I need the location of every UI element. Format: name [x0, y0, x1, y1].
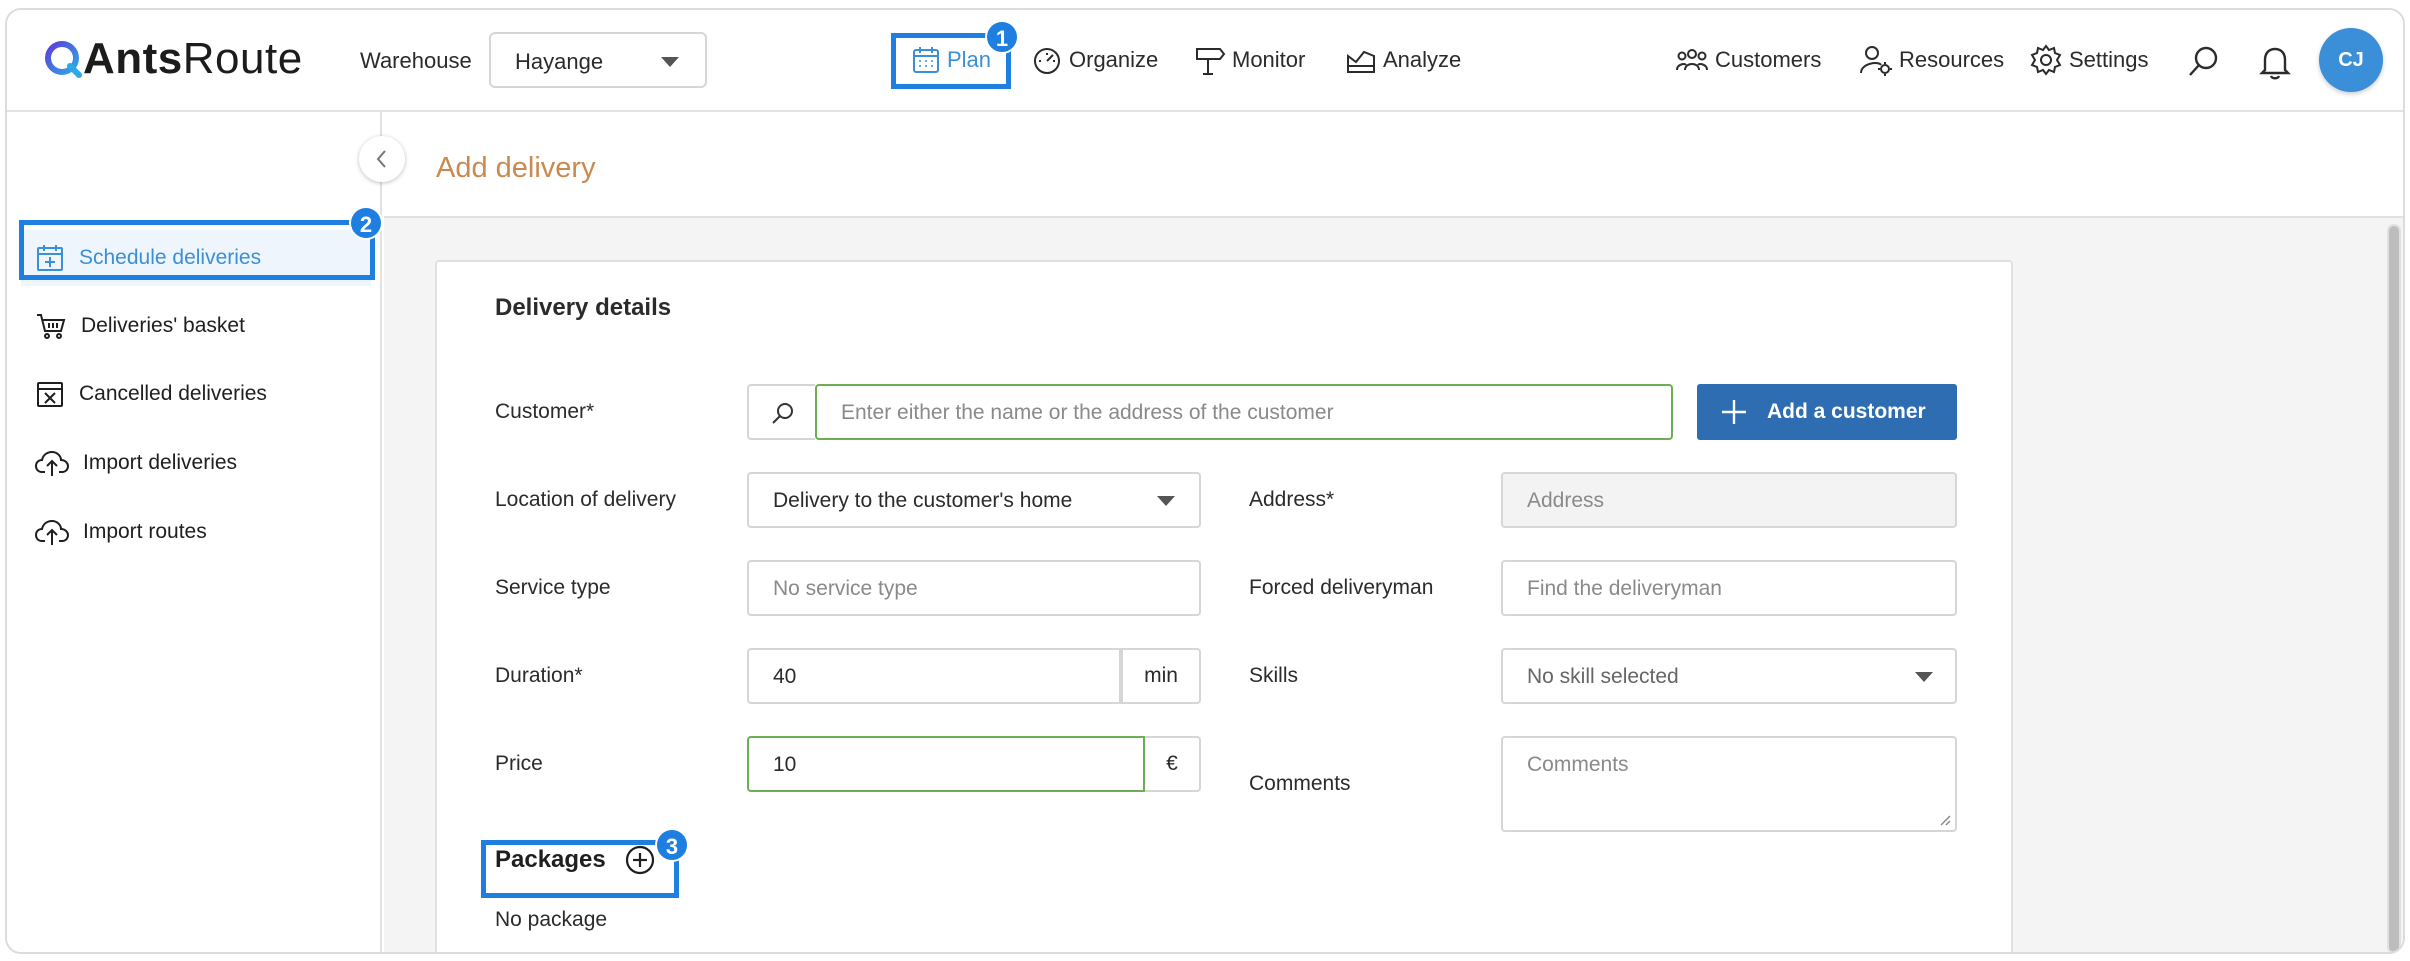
annotation-badge: 2 — [349, 206, 383, 240]
people-icon — [1676, 49, 1708, 71]
address-field: Address — [1501, 472, 1957, 528]
packages-empty-text: No package — [495, 908, 608, 931]
chevron-down-icon — [1157, 496, 1175, 506]
address-placeholder: Address — [1527, 489, 1605, 512]
duration-input[interactable]: 40 — [747, 648, 1121, 704]
chevron-left-icon — [376, 150, 386, 168]
calendar-x-icon — [37, 382, 63, 407]
sidebar-item-label: Import deliveries — [83, 451, 238, 474]
customer-label: Customer* — [495, 400, 595, 423]
service-type-placeholder: No service type — [773, 577, 918, 600]
price-input[interactable]: 10 — [747, 736, 1145, 792]
logo-icon — [45, 41, 82, 78]
nav-organize[interactable]: Organize — [1031, 40, 1158, 80]
warehouse-select[interactable]: Hayange — [489, 32, 707, 88]
highlight-schedule-deliveries — [19, 220, 375, 280]
annotation-badge: 3 — [655, 828, 689, 862]
duration-value: 40 — [773, 665, 797, 688]
chevron-down-icon — [1915, 672, 1933, 682]
price-unit: € — [1145, 736, 1201, 792]
customer-search-button[interactable] — [747, 384, 815, 440]
customer-search-input[interactable]: Enter either the name or the address of … — [815, 384, 1673, 440]
nav-monitor[interactable]: Monitor — [1194, 40, 1305, 80]
sidebar-item-label: Deliveries' basket — [81, 314, 245, 337]
duration-label: Duration* — [495, 664, 583, 687]
chart-icon — [1347, 50, 1375, 73]
plus-icon — [1722, 400, 1746, 424]
user-gear-icon — [1860, 46, 1892, 76]
nav-resources-label: Resources — [1899, 47, 2005, 72]
nav-analyze[interactable]: Analyze — [1345, 40, 1461, 80]
warehouse-value: Hayange — [515, 49, 604, 74]
app-window: AntsRoute Warehouse Hayange Plan 1 Organ… — [5, 8, 2405, 954]
forced-deliveryman-label: Forced deliveryman — [1249, 576, 1434, 599]
customer-placeholder: Enter either the name or the address of … — [841, 401, 1334, 424]
gear-icon — [2030, 44, 2062, 76]
nav-analyze-label: Analyze — [1383, 47, 1462, 72]
comments-placeholder: Comments — [1527, 753, 1629, 776]
page-title: Add delivery — [436, 152, 596, 184]
warehouse-label: Warehouse — [360, 48, 472, 73]
sidebar-item-deliveries-basket[interactable]: Deliveries' basket — [35, 306, 245, 346]
logo[interactable]: AntsRoute — [43, 34, 303, 84]
comments-label: Comments — [1249, 772, 1351, 795]
search-icon — [772, 403, 793, 424]
search-icon[interactable] — [2187, 44, 2221, 78]
add-customer-label: Add a customer — [1767, 400, 1926, 423]
basket-icon — [37, 314, 66, 339]
nav-resources[interactable]: Resources — [1859, 40, 2004, 80]
nav-monitor-label: Monitor — [1232, 47, 1306, 72]
signpost-icon — [1196, 48, 1226, 75]
nav-customers[interactable]: Customers — [1675, 40, 1821, 80]
service-type-label: Service type — [495, 576, 611, 599]
forced-deliveryman-input[interactable]: Find the deliveryman — [1501, 560, 1957, 616]
comments-textarea[interactable]: Comments — [1501, 736, 1957, 832]
cloud-upload-icon — [35, 450, 69, 476]
logo-text: AntsRoute — [83, 34, 303, 83]
cloud-upload-icon — [35, 519, 69, 545]
page-header: Add delivery — [384, 112, 2403, 218]
scrollbar-thumb[interactable] — [2389, 226, 2399, 952]
nav-customers-label: Customers — [1715, 47, 1822, 72]
service-type-input[interactable]: No service type — [747, 560, 1201, 616]
highlight-packages — [481, 840, 679, 898]
skills-value: No skill selected — [1527, 665, 1679, 688]
chevron-down-icon — [661, 57, 679, 67]
price-value: 10 — [773, 753, 797, 776]
deliveryman-placeholder: Find the deliveryman — [1527, 577, 1722, 600]
add-customer-button[interactable]: Add a customer — [1697, 384, 1957, 440]
speedometer-icon — [1034, 48, 1060, 74]
nav-settings-label: Settings — [2069, 47, 2149, 72]
sidebar-item-import-routes[interactable]: Import routes — [35, 512, 207, 552]
annotation-badge: 1 — [985, 20, 1019, 54]
skills-label: Skills — [1249, 664, 1299, 687]
duration-unit: min — [1121, 648, 1201, 704]
sidebar-item-label: Cancelled deliveries — [79, 382, 267, 405]
location-select[interactable]: Delivery to the customer's home — [747, 472, 1201, 528]
skills-select[interactable]: No skill selected — [1501, 648, 1957, 704]
resize-grip-icon[interactable] — [1939, 814, 1951, 826]
location-label: Location of delivery — [495, 488, 676, 511]
bell-icon[interactable] — [2259, 44, 2291, 80]
sidebar-item-cancelled-deliveries[interactable]: Cancelled deliveries — [35, 374, 267, 414]
location-value: Delivery to the customer's home — [773, 489, 1073, 512]
sidebar-item-label: Import routes — [83, 520, 207, 543]
user-avatar[interactable]: CJ — [2319, 28, 2383, 92]
top-bar: AntsRoute Warehouse Hayange Plan 1 Organ… — [7, 10, 2403, 112]
nav-organize-label: Organize — [1069, 47, 1159, 72]
price-label: Price — [495, 752, 543, 775]
section-title: Delivery details — [495, 294, 672, 321]
sidebar-item-import-deliveries[interactable]: Import deliveries — [35, 443, 237, 483]
address-label: Address* — [1249, 488, 1335, 511]
nav-settings[interactable]: Settings — [2029, 40, 2149, 80]
sidebar-collapse-button[interactable] — [359, 136, 405, 182]
